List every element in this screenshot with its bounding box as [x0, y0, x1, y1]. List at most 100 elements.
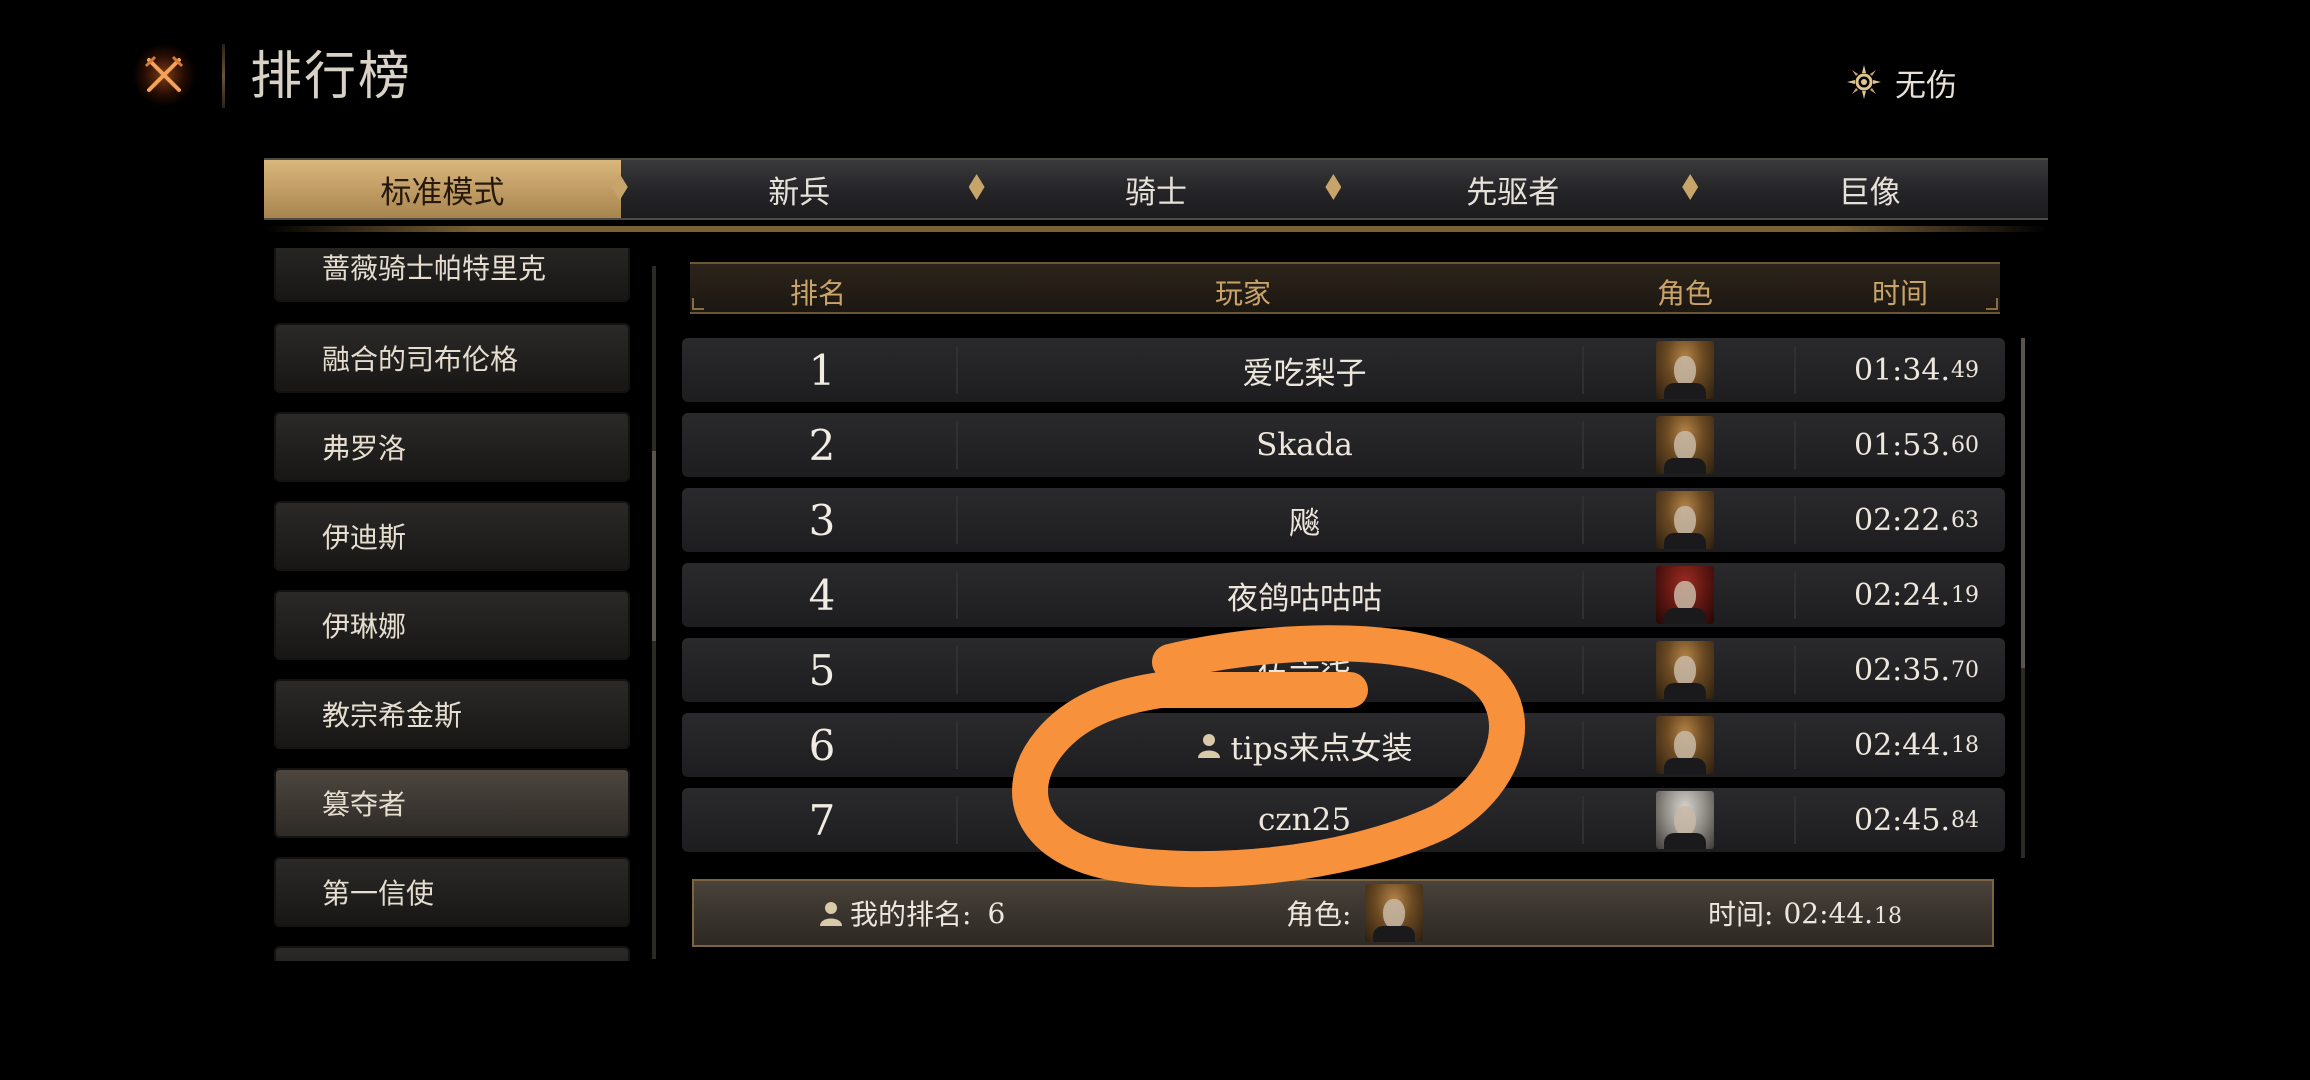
time-ms: 70 [1951, 657, 1979, 683]
corner-ornament [692, 298, 704, 310]
boss-item-first-messenger[interactable]: 第一信使 [274, 857, 630, 927]
player-name: tips来点女装 [1230, 730, 1413, 767]
my-time: 时间: 02:44.18 [1708, 881, 1902, 945]
player-name: 爱吃梨子 [1242, 355, 1367, 392]
boss-list-scroll-thumb[interactable] [652, 451, 656, 641]
character-portrait [1655, 791, 1714, 849]
time-ms: 18 [1951, 732, 1979, 758]
mode-tabs: 标准模式 新兵 骑士 先驱者 巨像 [264, 158, 2048, 220]
rank-number: 1 [808, 345, 836, 395]
my-character: 角色: [1286, 881, 1424, 945]
character-portrait [1655, 341, 1714, 399]
rank-number: 7 [808, 795, 836, 845]
tabs-underline [264, 226, 2048, 232]
leaderboard-row[interactable]: 1 爱吃梨子 01:34. 49 [682, 338, 2005, 402]
my-rank: 我的排名: 6 [818, 881, 1005, 945]
boss-list-scrollbar[interactable] [652, 266, 656, 959]
time-main: 02:45. [1854, 802, 1950, 838]
boss-item-frollo[interactable]: 弗罗洛 [274, 412, 630, 482]
my-time-main: 02:44. [1783, 896, 1874, 930]
corner-ornament [1986, 298, 1998, 310]
character-portrait [1655, 491, 1714, 549]
leaderboard-row[interactable]: 7 czn25 02:45. 84 [682, 788, 2005, 852]
player-name: Skada [1256, 427, 1353, 463]
leaderboard-scrollbar[interactable] [2021, 338, 2025, 858]
leaderboard-row[interactable]: 2 Skada 01:53. 60 [682, 413, 2005, 477]
time-cell: 01:53. 60 [1794, 413, 1979, 477]
time-main: 02:44. [1854, 727, 1950, 763]
character-portrait [1655, 566, 1714, 624]
tab-recruit[interactable]: 新兵 [621, 160, 978, 218]
leaderboard-row[interactable]: 3 飚 02:22. 63 [682, 488, 2005, 552]
my-time-label: 时间: [1708, 898, 1774, 931]
difficulty-indicator[interactable]: 无伤 [1845, 60, 1957, 104]
player-name: 伍六柒 [1258, 655, 1351, 692]
character-portrait [1655, 416, 1714, 474]
time-main: 02:24. [1854, 577, 1950, 613]
rank-number: 6 [808, 720, 836, 770]
boss-item-irena[interactable]: 伊琳娜 [274, 590, 630, 660]
header-divider [222, 44, 225, 108]
column-rank: 排名 [789, 277, 847, 310]
my-character-portrait [1365, 884, 1424, 942]
tab-knight[interactable]: 骑士 [978, 160, 1335, 218]
time-main: 02:22. [1854, 502, 1950, 538]
boss-item-pope-higgins[interactable]: 教宗希金斯 [274, 679, 630, 749]
time-main: 02:35. [1854, 652, 1950, 688]
time-cell: 02:44. 18 [1794, 713, 1979, 777]
boss-list: 蔷薇骑士帕特里克 融合的司布伦格 弗罗洛 伊迪斯 伊琳娜 教宗希金斯 篡夺者 第… [274, 248, 630, 961]
rank-number: 5 [808, 645, 836, 695]
boss-item-rose-knight-patrick[interactable]: 蔷薇骑士帕特里克 [274, 248, 630, 302]
tab-standard-mode[interactable]: 标准模式 [264, 160, 621, 218]
crossed-swords-close-icon [144, 55, 184, 92]
leaderboard-header: 排名 玩家 角色 时间 [690, 262, 2000, 314]
my-rank-bar: 我的排名: 6 角色: 时间: 02:44.18 [692, 879, 1994, 947]
time-cell: 02:45. 84 [1794, 788, 1979, 852]
leaderboard-row[interactable]: 4 夜鸽咕咕咕 02:24. 19 [682, 563, 2005, 627]
leaderboard-scroll-thumb[interactable] [2021, 338, 2025, 668]
boss-item-partial[interactable] [274, 946, 630, 961]
boss-item-usurper[interactable]: 篡夺者 [274, 768, 630, 838]
character-cell [1637, 338, 1732, 402]
character-portrait [1655, 641, 1714, 699]
time-ms: 49 [1951, 357, 1979, 383]
time-ms: 84 [1951, 807, 1979, 833]
player-name: 夜鸽咕咕咕 [1227, 580, 1382, 617]
boss-item-fused-sprenger[interactable]: 融合的司布伦格 [274, 323, 630, 393]
difficulty-label: 无伤 [1895, 67, 1957, 104]
rank-number: 2 [808, 420, 836, 470]
leaderboard-row[interactable]: 5 伍六柒 02:35. 70 [682, 638, 2005, 702]
close-button[interactable] [133, 44, 195, 106]
user-icon [1198, 734, 1221, 758]
time-cell: 01:34. 49 [1794, 338, 1979, 402]
time-ms: 19 [1951, 582, 1979, 608]
my-time-ms: 18 [1874, 903, 1903, 929]
my-rank-value: 6 [987, 896, 1006, 930]
character-cell [1637, 638, 1732, 702]
page-title: 排行榜 [250, 47, 413, 107]
time-cell: 02:22. 63 [1794, 488, 1979, 552]
character-portrait [1655, 716, 1714, 774]
character-cell [1637, 713, 1732, 777]
sun-sigil-icon [1847, 65, 1881, 99]
column-character: 角色 [1656, 277, 1714, 310]
my-rank-label: 我的排名: [850, 898, 972, 931]
leaderboard-row-self[interactable]: 6 tips来点女装 02:44. 18 [682, 713, 2005, 777]
player-cell: tips来点女装 [1012, 713, 1597, 777]
time-ms: 60 [1951, 432, 1979, 458]
character-cell [1637, 413, 1732, 477]
boss-item-edith[interactable]: 伊迪斯 [274, 501, 630, 571]
time-main: 01:53. [1854, 427, 1950, 463]
time-ms: 63 [1951, 507, 1979, 533]
tab-colossus[interactable]: 巨像 [1691, 160, 2048, 218]
time-main: 01:34. [1854, 352, 1950, 388]
rank-number: 3 [808, 495, 836, 545]
player-name: 飚 [1289, 505, 1320, 542]
time-cell: 02:35. 70 [1794, 638, 1979, 702]
time-cell: 02:24. 19 [1794, 563, 1979, 627]
rank-number: 4 [808, 570, 836, 620]
tab-vanguard[interactable]: 先驱者 [1334, 160, 1691, 218]
character-cell [1637, 788, 1732, 852]
user-icon [820, 902, 842, 926]
player-name: czn25 [1257, 802, 1352, 838]
